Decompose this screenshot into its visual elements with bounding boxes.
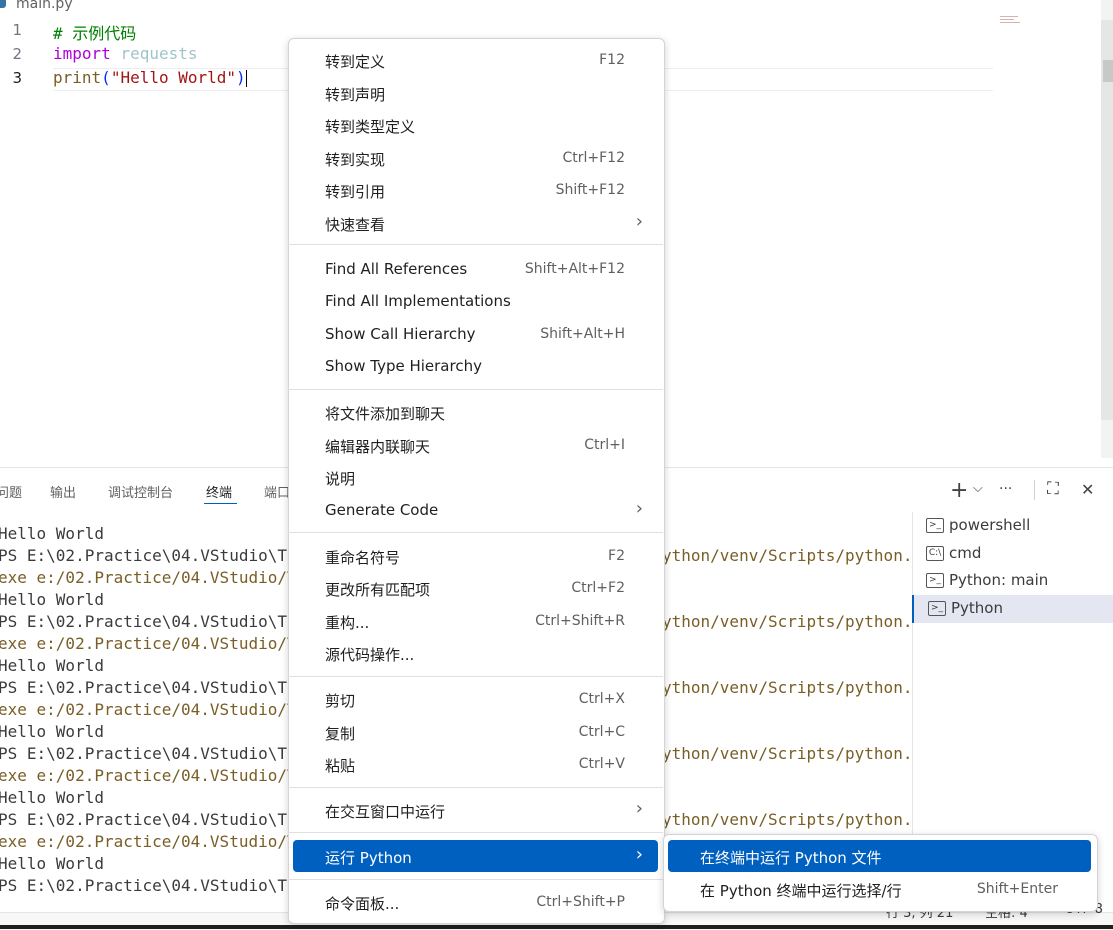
line-number: 2 xyxy=(12,45,22,63)
chevron-right-icon: › xyxy=(635,844,643,865)
menu-item-show-type-hierarchy[interactable]: Show Type Hierarchy xyxy=(288,352,663,382)
terminal-line: PS E:\02.Practice\04.VStudio\Tes xyxy=(0,612,307,631)
menu-item-refactor[interactable]: 重构... Ctrl+Shift+R xyxy=(288,607,663,637)
menu-item-change-all-occurrences[interactable]: 更改所有匹配项 Ctrl+F2 xyxy=(288,574,663,604)
terminal-line: Hello World xyxy=(0,722,104,741)
text-cursor xyxy=(245,70,247,87)
menu-item-go-to-type-definition[interactable]: 转到类型定义 xyxy=(288,111,663,141)
terminal-line-tail: ython/venv/Scripts/python. xyxy=(662,612,913,631)
code-line-2[interactable]: import requests xyxy=(53,44,198,63)
terminal-line: Hello World xyxy=(0,524,104,543)
terminal-line: Hello World xyxy=(0,656,104,675)
menu-item-run-python[interactable]: 运行 Python › xyxy=(288,842,663,872)
terminal-icon: >_ xyxy=(928,601,946,616)
terminal-icon: >_ xyxy=(926,518,944,533)
menu-item-add-file-to-chat[interactable]: 将文件添加到聊天 xyxy=(288,398,663,428)
taskbar-edge xyxy=(0,925,1113,929)
menu-item-cut[interactable]: 剪切 Ctrl+X xyxy=(288,685,663,715)
menu-separator xyxy=(288,832,663,833)
menu-item-paste[interactable]: 粘贴 Ctrl+V xyxy=(288,750,663,780)
terminal-line: exe e:/02.Practice/04.VStudio/Tes xyxy=(0,634,316,653)
code-line-3[interactable]: print("Hello World") xyxy=(53,68,247,87)
terminal-line: exe e:/02.Practice/04.VStudio/Tes xyxy=(0,700,316,719)
editor-tab-main-py[interactable]: main.py xyxy=(16,0,73,12)
terminal-item-python-main[interactable]: >_ Python: main xyxy=(912,567,1113,595)
menu-item-inline-chat[interactable]: 编辑器内联聊天 Ctrl+I xyxy=(288,431,663,461)
code-comment: # 示例代码 xyxy=(53,24,137,43)
new-terminal-icon[interactable]: + xyxy=(950,478,968,503)
chevron-right-icon: › xyxy=(635,211,643,232)
menu-item-command-palette[interactable]: 命令面板... Ctrl+Shift+P xyxy=(288,888,663,918)
terminal-line-tail: ython/venv/Scripts/python. xyxy=(662,678,913,697)
maximize-panel-icon[interactable]: ⛶ xyxy=(1047,479,1059,499)
tab-debug-console[interactable]: 调试控制台 xyxy=(108,482,173,501)
code-paren-close: ) xyxy=(236,68,246,87)
terminal-icon: >_ xyxy=(926,573,944,588)
code-function: print xyxy=(53,68,102,87)
menu-item-rename-symbol[interactable]: 重命名符号 F2 xyxy=(288,542,663,572)
line-number-active: 3 xyxy=(12,69,22,87)
terminal-line: PS E:\02.Practice\04.VStudio\Tes xyxy=(0,744,307,763)
terminal-item-cmd[interactable]: C:\ cmd xyxy=(912,540,1113,568)
cmd-icon: C:\ xyxy=(926,546,944,561)
python-file-icon xyxy=(0,0,6,8)
menu-item-find-all-implementations[interactable]: Find All Implementations xyxy=(288,287,663,317)
terminal-item-python[interactable]: >_ Python xyxy=(912,595,1113,623)
menu-item-run-in-interactive-window[interactable]: 在交互窗口中运行 › xyxy=(288,796,663,826)
code-module: requests xyxy=(120,44,198,63)
terminal-line: exe e:/02.Practice/04.VStudio/Tes xyxy=(0,832,316,851)
chevron-right-icon: › xyxy=(635,798,643,819)
menu-separator xyxy=(288,244,663,245)
submenu-item-run-selection-in-python-terminal[interactable]: 在 Python 终端中运行选择/行 Shift+Enter xyxy=(663,875,1096,905)
menu-item-explain[interactable]: 说明 xyxy=(288,463,663,493)
terminal-item-powershell[interactable]: >_ powershell xyxy=(912,512,1113,540)
menu-separator xyxy=(288,389,663,390)
code-string: "Hello World" xyxy=(110,68,237,87)
menu-item-go-to-references[interactable]: 转到引用 Shift+F12 xyxy=(288,176,663,206)
code-line-1[interactable]: # 示例代码 xyxy=(53,20,136,44)
editor-scrollbar-thumb[interactable] xyxy=(1103,60,1113,82)
terminal-line-tail: ython/venv/Scripts/python. xyxy=(662,546,913,565)
terminal-line: PS E:\02.Practice\04.VStudio\Tes xyxy=(0,546,307,565)
panel-action-divider xyxy=(1034,480,1035,500)
terminal-line: exe e:/02.Practice/04.VStudio/Tes xyxy=(0,766,316,785)
chevron-right-icon: › xyxy=(635,498,643,519)
menu-item-go-to-implementation[interactable]: 转到实现 Ctrl+F12 xyxy=(288,144,663,174)
menu-item-peek[interactable]: 快速查看 › xyxy=(288,209,663,239)
tab-problems[interactable]: 问题 xyxy=(0,482,22,501)
terminal-line: PS E:\02.Practice\04.VStudio\Tes xyxy=(0,678,307,697)
terminal-line-tail: ython/venv/Scripts/python. xyxy=(662,810,913,829)
close-panel-icon[interactable]: ✕ xyxy=(1081,480,1094,499)
minimap[interactable] xyxy=(1000,16,1022,24)
menu-item-source-action[interactable]: 源代码操作... xyxy=(288,639,663,669)
code-paren-open: ( xyxy=(101,68,111,87)
terminal-line: PS E:\02.Practice\04.VStudio\Tes xyxy=(0,876,307,895)
menu-item-copy[interactable]: 复制 Ctrl+C xyxy=(288,718,663,748)
menu-separator xyxy=(288,787,663,788)
menu-item-find-all-references[interactable]: Find All References Shift+Alt+F12 xyxy=(288,255,663,285)
menu-separator xyxy=(288,879,663,880)
tab-ports[interactable]: 端口 xyxy=(264,482,290,501)
menu-separator xyxy=(288,532,663,533)
terminal-line: Hello World xyxy=(0,590,104,609)
menu-separator xyxy=(288,676,663,677)
tab-output[interactable]: 输出 xyxy=(50,482,76,501)
terminal-line-tail: ython/venv/Scripts/python. xyxy=(662,744,913,763)
terminal-line: Hello World xyxy=(0,788,104,807)
terminal-line: Hello World xyxy=(0,854,104,873)
chevron-down-icon[interactable]: ⌵ xyxy=(973,481,983,496)
menu-item-generate-code[interactable]: Generate Code › xyxy=(288,496,663,526)
more-actions-icon[interactable]: ··· xyxy=(999,481,1012,497)
active-tab-indicator xyxy=(204,503,237,504)
tab-terminal[interactable]: 终端 xyxy=(206,482,232,501)
menu-item-go-to-declaration[interactable]: 转到声明 xyxy=(288,79,663,109)
terminal-line: PS E:\02.Practice\04.VStudio\Tes xyxy=(0,810,307,829)
menu-item-show-call-hierarchy[interactable]: Show Call Hierarchy Shift+Alt+H xyxy=(288,320,663,350)
menu-item-go-to-definition[interactable]: 转到定义 F12 xyxy=(288,46,663,76)
code-keyword: import xyxy=(53,44,111,63)
terminal-line: exe e:/02.Practice/04.VStudio/Tes xyxy=(0,568,316,587)
submenu-item-run-python-file-in-terminal[interactable]: 在终端中运行 Python 文件 xyxy=(663,842,1096,872)
line-number: 1 xyxy=(12,21,22,39)
